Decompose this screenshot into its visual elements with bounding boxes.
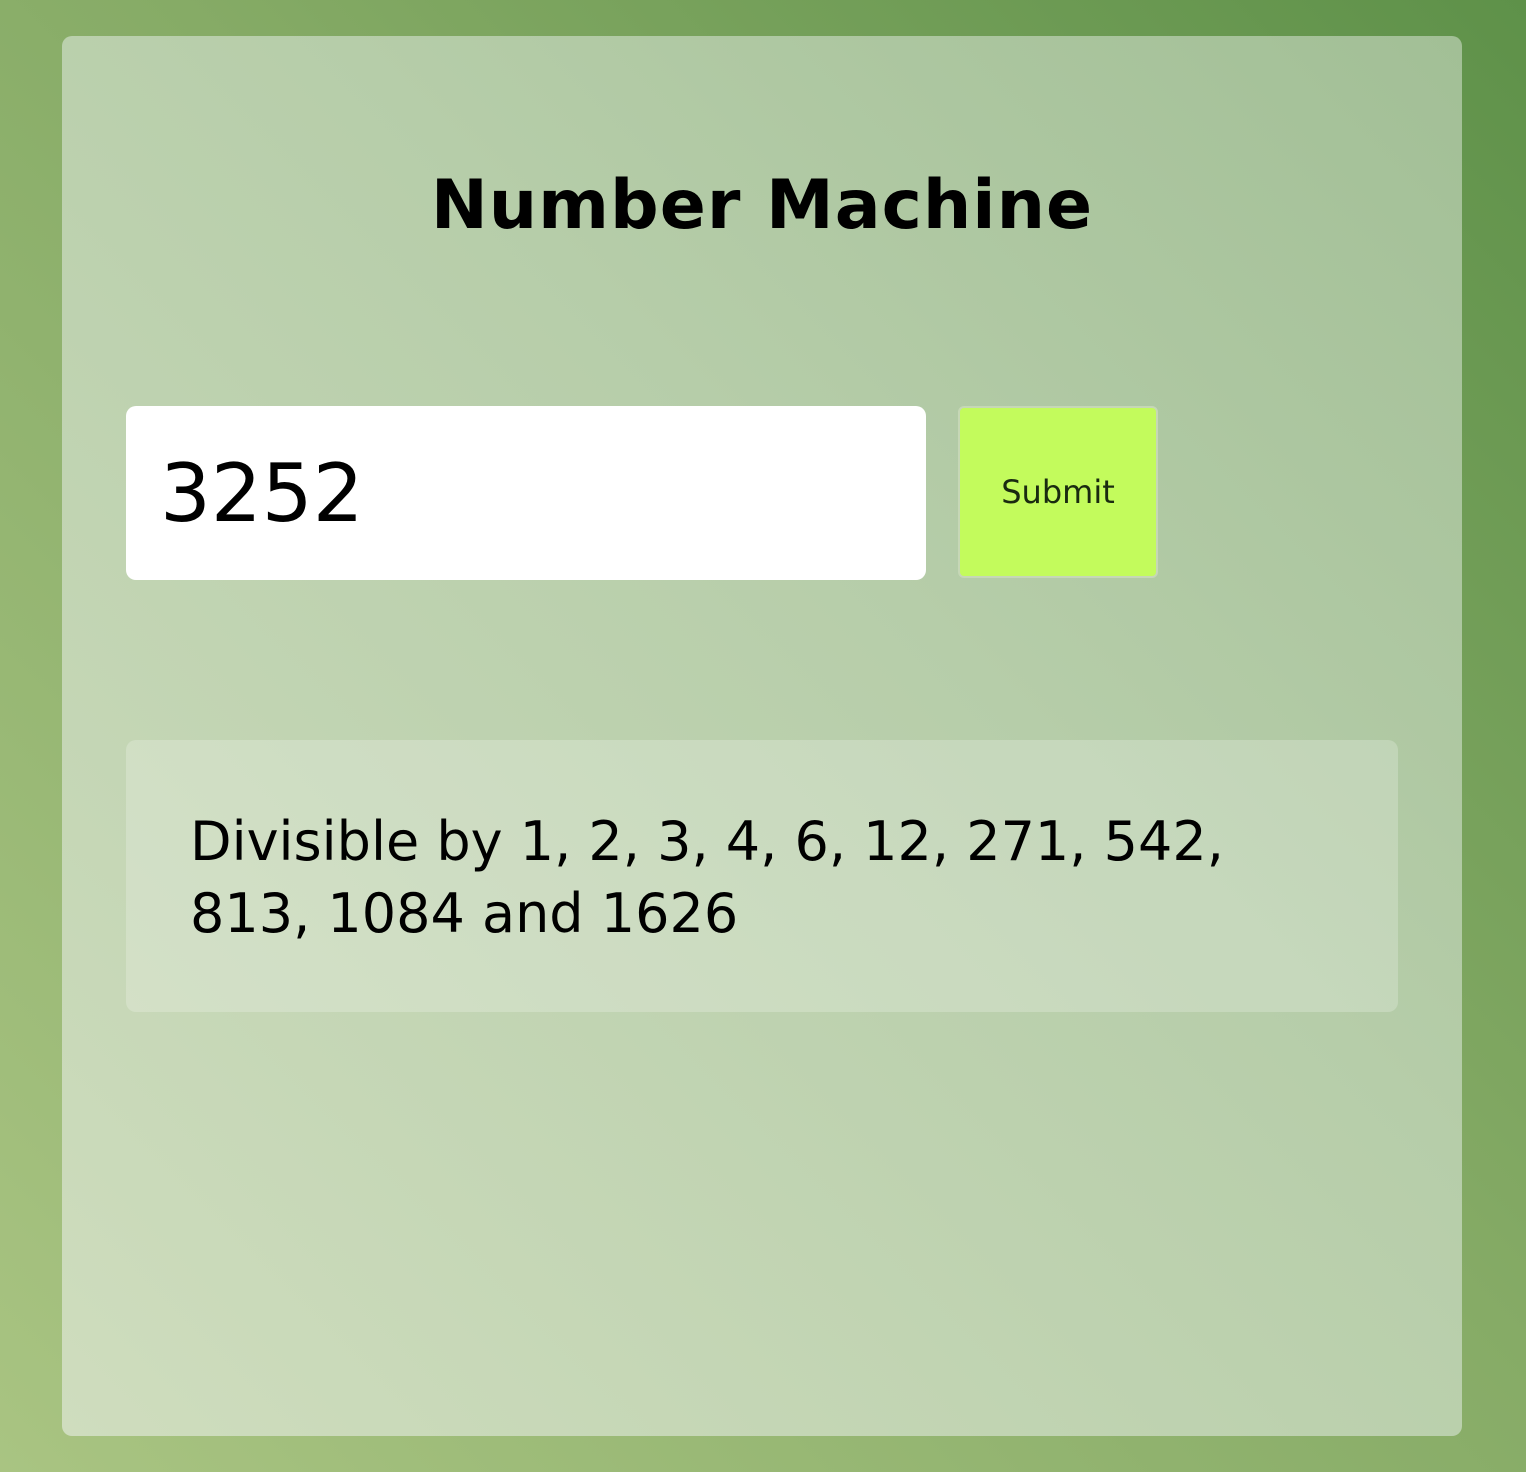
submit-button[interactable]: Submit bbox=[958, 406, 1158, 578]
result-text: Divisible by 1, 2, 3, 4, 6, 12, 271, 542… bbox=[190, 810, 1224, 945]
page-title: Number Machine bbox=[430, 166, 1094, 245]
main-card: Number Machine Submit Divisible by 1, 2,… bbox=[62, 36, 1462, 1436]
number-input[interactable] bbox=[126, 406, 926, 580]
result-panel: Divisible by 1, 2, 3, 4, 6, 12, 271, 542… bbox=[126, 740, 1398, 1012]
